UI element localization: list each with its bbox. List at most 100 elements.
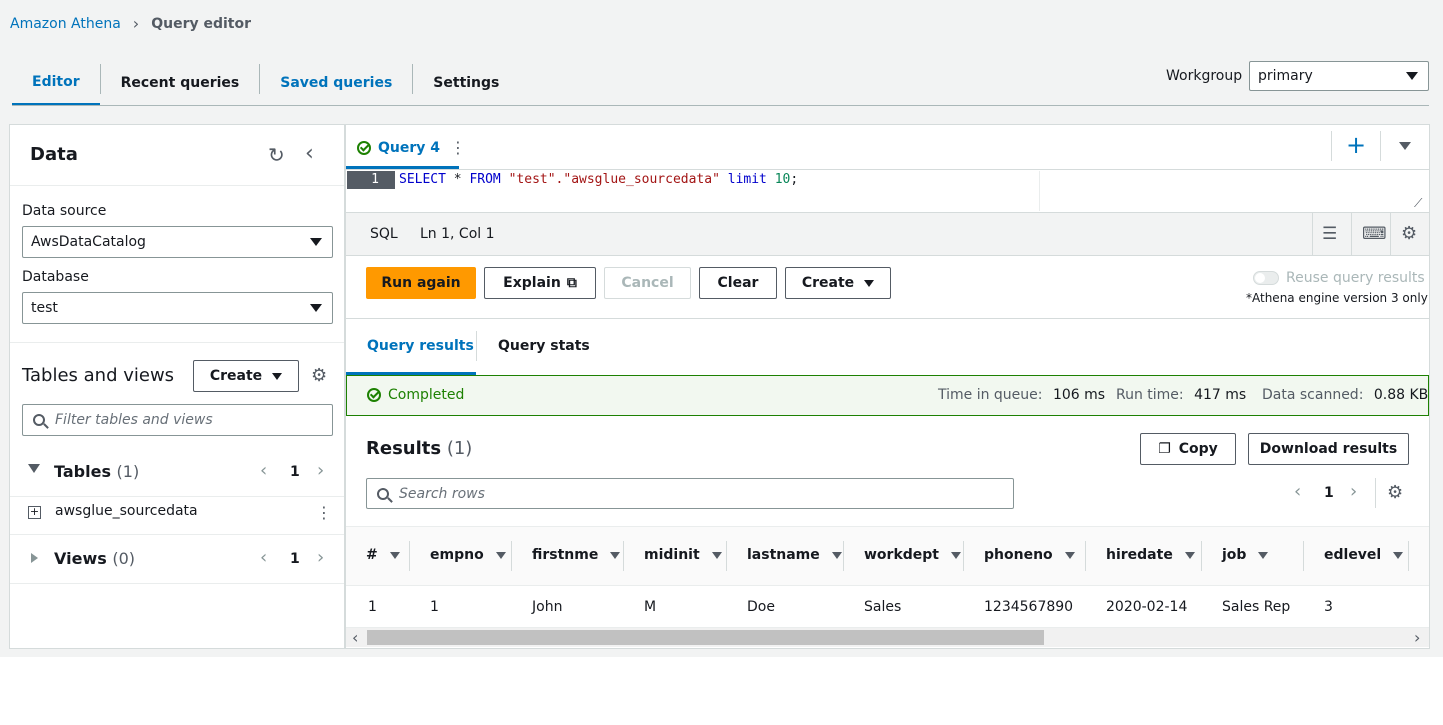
workgroup-select[interactable]: primary (1249, 61, 1429, 91)
expand-table-icon[interactable]: + (28, 506, 41, 519)
column-divider[interactable] (409, 541, 410, 571)
column-header-midinit[interactable]: midinit (644, 547, 722, 563)
divider (1375, 478, 1376, 508)
column-divider[interactable] (1408, 541, 1409, 571)
chevron-right-icon: › (132, 14, 140, 33)
column-header-label: empno (430, 547, 484, 563)
scrollbar-thumb[interactable] (367, 630, 1044, 645)
status-state: Completed (388, 387, 465, 403)
code-text: ; (790, 172, 799, 187)
prev-page-icon[interactable]: ‹ (260, 460, 267, 481)
refresh-icon[interactable]: ↻ (268, 143, 285, 167)
results-title-text: Results (366, 438, 442, 459)
query-tabs-menu-icon[interactable] (1399, 142, 1411, 150)
external-link-icon: ⧉ (566, 275, 577, 291)
query-tab-menu-icon[interactable]: ⋮ (450, 138, 466, 157)
sql-editor[interactable]: SELECT * FROM "test"."awsglue_sourcedata… (399, 171, 798, 189)
column-divider[interactable] (843, 541, 844, 571)
table-preferences-icon[interactable]: ⚙ (1387, 482, 1403, 503)
column-divider[interactable] (511, 541, 512, 571)
code-keyword: FROM (469, 172, 501, 187)
tab-settings[interactable]: Settings (413, 60, 519, 106)
create-button[interactable]: Create (785, 267, 891, 299)
column-divider[interactable] (1085, 541, 1086, 571)
prev-page-icon[interactable]: ‹ (260, 547, 267, 568)
tab-query-stats[interactable]: Query stats (498, 338, 590, 354)
column-header-label: # (366, 547, 378, 563)
column-header-empno[interactable]: empno (430, 547, 506, 563)
next-page-icon[interactable]: › (317, 547, 324, 568)
download-results-button[interactable]: Download results (1248, 433, 1409, 465)
search-rows-input[interactable]: Search rows (366, 478, 1014, 509)
column-divider[interactable] (726, 541, 727, 571)
column-header-hiredate[interactable]: hiredate (1106, 547, 1195, 563)
create-table-button[interactable]: Create (193, 360, 299, 392)
scroll-left-icon[interactable]: ‹ (352, 628, 358, 647)
filter-tables-input[interactable]: Filter tables and views (22, 404, 333, 436)
column-header-phoneno[interactable]: phoneno (984, 547, 1075, 563)
tab-editor[interactable]: Editor (12, 60, 100, 106)
expand-tables-icon[interactable] (28, 464, 40, 473)
divider (1331, 131, 1332, 161)
keyboard-shortcuts-icon[interactable]: ⌨ (1362, 224, 1387, 244)
divider (346, 169, 1429, 170)
breadcrumb-root-link[interactable]: Amazon Athena (10, 16, 121, 32)
run-value: 417 ms (1194, 387, 1247, 403)
column-divider[interactable] (1201, 541, 1202, 571)
explain-button[interactable]: Explain ⧉ (484, 267, 596, 299)
gear-icon[interactable]: ⚙ (311, 365, 327, 386)
format-query-icon[interactable]: ☰ (1322, 224, 1337, 244)
query-tab[interactable]: Query 4 ⋮ (357, 138, 466, 157)
column-divider[interactable] (623, 541, 624, 571)
editor-settings-icon[interactable]: ⚙ (1401, 223, 1417, 244)
divider (1312, 212, 1313, 256)
database-select[interactable]: test (22, 292, 333, 324)
expand-views-icon[interactable] (31, 551, 38, 567)
search-icon (377, 487, 389, 500)
reuse-results-toggle[interactable] (1253, 271, 1279, 285)
tab-query-results[interactable]: Query results (367, 338, 474, 354)
next-page-icon[interactable]: › (317, 460, 324, 481)
column-header-lastname[interactable]: lastname (747, 547, 842, 563)
run-again-button[interactable]: Run again (366, 267, 476, 299)
sort-icon (1393, 551, 1404, 559)
column-header-label: edlevel (1324, 547, 1382, 563)
clear-button[interactable]: Clear (699, 267, 777, 299)
copy-button[interactable]: ❐ Copy (1140, 433, 1236, 465)
tab-recent-queries[interactable]: Recent queries (101, 60, 260, 106)
column-header-firstnme[interactable]: firstnme (532, 547, 621, 563)
column-divider[interactable] (1303, 541, 1304, 571)
data-source-select[interactable]: AwsDataCatalog (22, 226, 333, 258)
collapse-panel-icon[interactable]: ‹ (305, 141, 314, 166)
divider (10, 583, 344, 584)
next-page-icon[interactable]: › (1350, 481, 1357, 502)
table-item-awsglue-sourcedata[interactable]: awsglue_sourcedata (55, 503, 198, 519)
main-tabs: Editor Recent queries Saved queries Sett… (12, 60, 519, 106)
queue-value: 106 ms (1052, 387, 1106, 403)
cancel-button[interactable]: Cancel (604, 267, 691, 299)
tables-label[interactable]: Tables (1) (54, 462, 139, 481)
column-header-job[interactable]: job (1222, 547, 1269, 563)
resize-handle-icon[interactable]: ⟋ (1414, 196, 1422, 211)
column-divider[interactable] (963, 541, 964, 571)
scroll-right-icon[interactable]: › (1414, 628, 1420, 647)
column-header-label: phoneno (984, 547, 1053, 563)
caret-down-icon (1406, 72, 1418, 80)
column-header-edlevel[interactable]: edlevel (1324, 547, 1404, 563)
print-margin (1039, 171, 1040, 211)
sort-icon (1258, 551, 1269, 559)
column-header-workdept[interactable]: workdept (864, 547, 961, 563)
views-count: (0) (112, 549, 135, 568)
caret-down-icon (310, 304, 322, 312)
data-source-value: AwsDataCatalog (31, 234, 146, 250)
sort-icon (711, 551, 722, 559)
explain-label: Explain (503, 275, 561, 291)
table-actions-icon[interactable]: ⋮ (316, 503, 332, 522)
prev-page-icon[interactable]: ‹ (1294, 481, 1301, 502)
tables-label-text: Tables (54, 462, 111, 481)
tab-saved-queries[interactable]: Saved queries (260, 60, 412, 106)
views-label[interactable]: Views (0) (54, 549, 135, 568)
add-query-icon[interactable]: + (1346, 131, 1366, 159)
table-cell: 3 (1324, 599, 1333, 615)
column-header-index[interactable]: # (366, 547, 400, 563)
